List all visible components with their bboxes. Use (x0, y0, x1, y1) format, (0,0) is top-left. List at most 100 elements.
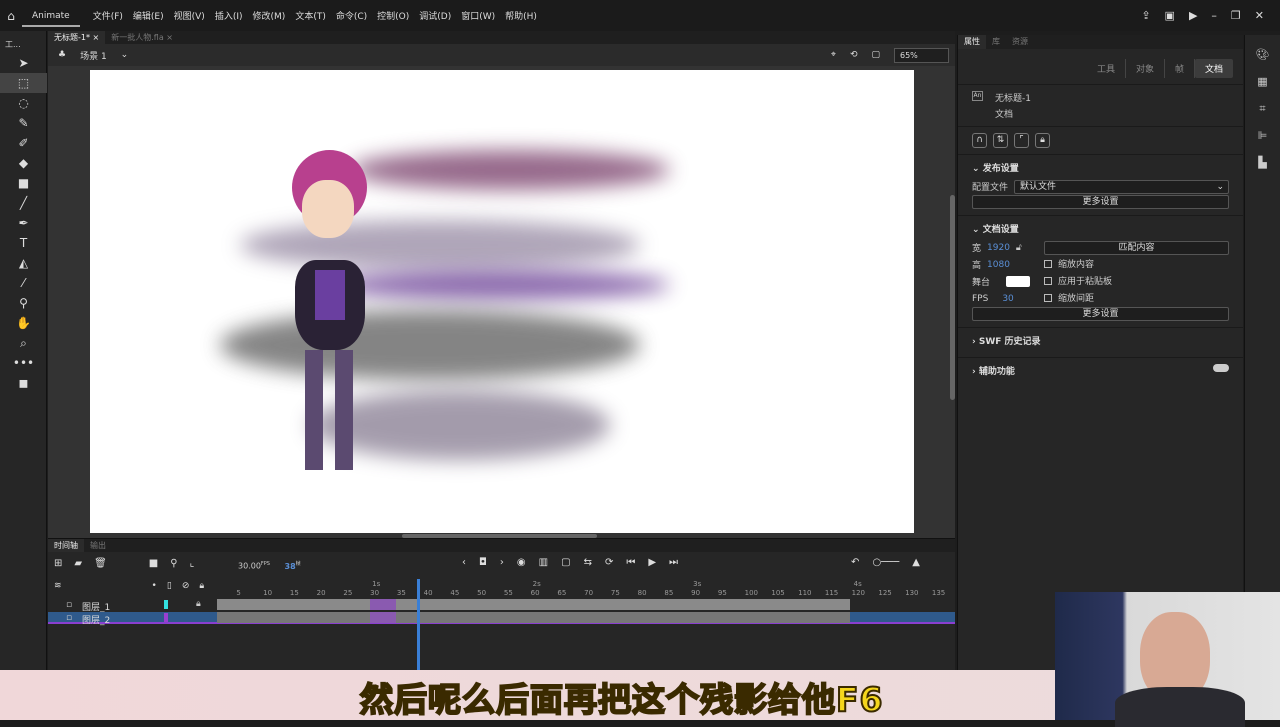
publish-settings-header[interactable]: ⌄ 发布设置 (972, 161, 1229, 174)
pin-tool-icon[interactable]: ⚲ (0, 293, 47, 313)
text-tool-icon[interactable]: T (0, 233, 47, 253)
edit-multiple-icon[interactable]: ▥ (539, 557, 548, 568)
fps-value[interactable]: 30 (1002, 294, 1013, 304)
doc-tab-fla[interactable]: 新一批人物.fla × (105, 31, 179, 44)
height-value[interactable]: 1080 (987, 260, 1010, 270)
brush-tool-icon[interactable]: ✎ (0, 113, 47, 133)
menu-file[interactable]: 文件(F) (88, 9, 128, 22)
apply-pasteboard-checkbox[interactable] (1044, 276, 1052, 285)
menu-edit[interactable]: 编辑(E) (128, 9, 169, 22)
library-panel-icon[interactable]: ▙ (1245, 149, 1280, 176)
scene-dropdown-icon[interactable]: ⌄ (121, 50, 129, 60)
home-icon[interactable]: ⌂ (0, 9, 22, 23)
tab-properties[interactable]: 属性 (958, 35, 986, 49)
minimize-icon[interactable]: – (1211, 9, 1217, 22)
close-icon[interactable]: ✕ (1255, 9, 1264, 22)
play-icon[interactable]: ▶ (648, 557, 656, 568)
new-layer-icon[interactable]: ⊞ (54, 558, 62, 569)
accessibility-toggle[interactable] (1213, 364, 1229, 372)
paintbrush-tool-icon[interactable]: ✐ (0, 133, 47, 153)
rectangle-tool-icon[interactable]: ■ (0, 173, 47, 193)
graph-icon[interactable]: ⌞ (190, 558, 195, 569)
text-layout-icon[interactable]: ⇅ (993, 133, 1008, 148)
selection-tool-icon[interactable]: ➤ (0, 53, 47, 73)
line-tool-icon[interactable]: ╱ (0, 193, 47, 213)
menu-commands[interactable]: 命令(C) (331, 9, 372, 22)
match-contents-button[interactable]: 匹配内容 (1044, 241, 1229, 255)
paint-bucket-icon[interactable]: ◭ (0, 253, 47, 273)
menu-window[interactable]: 窗口(W) (456, 9, 500, 22)
frame-ruler[interactable]: 5 10 15 20 25 30 35 40 45 50 55 60 65 70 75 80 85 90 95 100… (217, 580, 952, 598)
frame-zoom-slider[interactable]: ○─── (872, 557, 899, 568)
frame-display[interactable]: 38 (285, 562, 296, 571)
segment-tool[interactable]: 工具 (1087, 59, 1126, 78)
publish-more-settings-button[interactable]: 更多设置 (972, 195, 1229, 209)
magnet-icon[interactable]: ∩ (972, 133, 987, 148)
subselection-tool-icon[interactable]: ⬚ (0, 73, 47, 93)
layer-row[interactable]: ▫ 图层_1 🔒︎ (48, 599, 955, 613)
tab-output[interactable]: 输出 (84, 539, 112, 552)
restore-icon[interactable]: ❐ (1231, 9, 1241, 22)
outline-icon[interactable]: ▯ (167, 581, 172, 591)
layer-color[interactable] (164, 613, 168, 622)
align-panel-icon[interactable]: ⊫ (1245, 122, 1280, 149)
zoom-tool-icon[interactable]: ⌕ (0, 333, 47, 353)
layer-name[interactable]: 图层_2 (82, 613, 110, 626)
link-lock-icon[interactable]: 🔓︎ (1016, 243, 1022, 253)
document-settings-header[interactable]: ⌄ 文档设置 (972, 222, 1229, 235)
zoom-select[interactable]: 65% (894, 47, 949, 63)
menu-control[interactable]: 控制(O) (372, 9, 414, 22)
accessibility-header[interactable]: › 辅助功能 (972, 364, 1015, 377)
segment-document[interactable]: 文档 (1194, 59, 1233, 78)
fps-display[interactable]: 30.00 (238, 562, 261, 571)
swatches-panel-icon[interactable]: ▦ (1245, 68, 1280, 95)
timeline-resize-icon[interactable]: ▲ (912, 557, 920, 568)
doc-tab-untitled[interactable]: 无标题-1* × (48, 31, 106, 44)
menu-debug[interactable]: 调试(D) (414, 9, 456, 22)
highlight-icon[interactable]: • (152, 581, 157, 591)
camera-icon[interactable]: ■ (149, 558, 158, 569)
prev-keyframe-icon[interactable]: ‹ (462, 557, 466, 568)
layer-color[interactable] (164, 600, 168, 609)
lasso-tool-icon[interactable]: ◌ (0, 93, 47, 113)
pen-tool-icon[interactable]: ✒ (0, 213, 47, 233)
doc-more-settings-button[interactable]: 更多设置 (972, 307, 1229, 321)
center-frame-icon[interactable]: ▢ (561, 557, 570, 568)
app-tab[interactable]: Animate (22, 5, 80, 27)
lock-all-icon[interactable]: 🔒︎ (199, 581, 204, 591)
parenting-icon[interactable]: ⚲ (170, 558, 177, 569)
corner-icon[interactable]: ⌜ (1014, 133, 1029, 148)
tween-span[interactable] (370, 599, 396, 610)
delete-layer-icon[interactable]: 🗑︎ (94, 558, 107, 569)
tab-timeline[interactable]: 时间轴 (48, 539, 84, 552)
layer-frames[interactable] (217, 599, 850, 610)
snap-icon[interactable]: ⌖ (831, 50, 836, 60)
segment-object[interactable]: 对象 (1126, 59, 1165, 78)
insert-keyframe-icon[interactable]: ◘ (479, 557, 487, 568)
tab-library[interactable]: 库 (986, 35, 1006, 49)
layer-frames[interactable] (217, 612, 850, 623)
new-folder-icon[interactable]: ▰ (74, 558, 82, 569)
menu-text[interactable]: 文本(T) (290, 9, 331, 22)
visibility-icon[interactable]: ⊘ (182, 581, 190, 591)
scale-spacing-checkbox[interactable] (1044, 293, 1052, 302)
menu-modify[interactable]: 修改(M) (248, 9, 291, 22)
tween-span[interactable] (370, 612, 396, 623)
menu-view[interactable]: 视图(V) (169, 9, 210, 22)
undo-icon[interactable]: ↶ (851, 557, 859, 568)
more-tools-icon[interactable]: ••• (0, 353, 47, 373)
onion-skin-icon[interactable]: ◉ (517, 557, 526, 568)
segment-frame[interactable]: 帧 (1165, 59, 1195, 78)
layer-row[interactable]: ▫ 图层_2 (48, 612, 955, 626)
swf-history-header[interactable]: › SWF 历史记录 (972, 334, 1229, 347)
profile-select[interactable]: 默认文件 ⌄ (1014, 179, 1229, 194)
color-panel-icon[interactable]: 🎨︎ (1245, 41, 1280, 68)
color-swatches-icon[interactable]: ◼ (0, 373, 47, 393)
width-value[interactable]: 1920 (987, 243, 1010, 253)
hand-tool-icon[interactable]: ✋ (0, 313, 47, 333)
layer-lock-icon[interactable]: 🔒︎ (196, 599, 201, 609)
character-figure[interactable] (280, 150, 380, 480)
step-back-icon[interactable]: ⏮ (626, 557, 635, 568)
test-movie-icon[interactable]: ▶ (1189, 9, 1197, 22)
eraser-tool-icon[interactable]: ◆ (0, 153, 47, 173)
